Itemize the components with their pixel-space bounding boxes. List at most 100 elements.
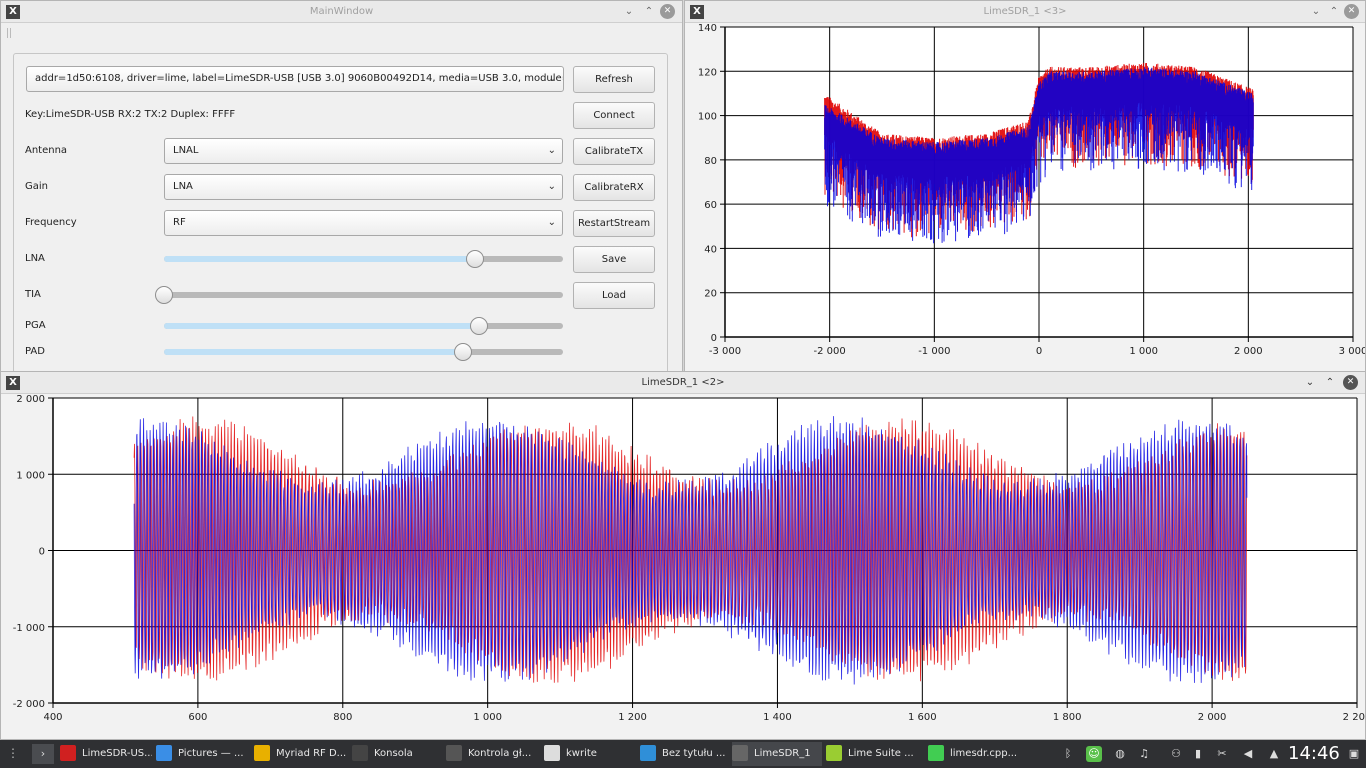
y-tick-label: 140 — [698, 23, 717, 34]
tia-slider[interactable] — [155, 286, 563, 304]
taskbar-item[interactable]: Kontrola gł... — [446, 742, 540, 766]
pdf-icon — [60, 745, 76, 761]
volume-icon[interactable]: ♫ — [1136, 746, 1152, 762]
main-window: X MainWindow ⌄ ⌃ ✕ addr=1d50:6108, drive… — [0, 0, 683, 372]
x-tick-label: 2 000 — [1234, 346, 1263, 357]
gain-label: Gain — [25, 181, 48, 192]
x-tick-label: -3 000 — [709, 346, 741, 357]
bluetooth-icon[interactable]: ᛒ — [1060, 746, 1076, 762]
folder-icon — [156, 745, 172, 761]
x-tick-label: 1 000 — [1129, 346, 1158, 357]
calibrate-rx-button[interactable]: CalibrateRX — [573, 174, 655, 201]
save-button[interactable]: Save — [573, 246, 655, 273]
messenger-icon[interactable]: ☺ — [1086, 746, 1102, 762]
antenna-label: Antenna — [25, 145, 68, 156]
y-tick-label: 120 — [698, 67, 717, 78]
antenna-select[interactable]: LNAL ⌄ — [164, 138, 563, 164]
taskbar-item-label: LimeSDR_1 — [754, 748, 811, 759]
taskbar-item-label: Konsola — [374, 748, 413, 759]
x-tick-label: 1 800 — [1053, 712, 1082, 723]
y-tick-label: 2 000 — [16, 394, 45, 405]
app-launcher-icon[interactable]: ⋮ — [4, 746, 22, 762]
y-tick-label: 100 — [698, 112, 717, 123]
antenna-select-value: LNAL — [173, 145, 199, 156]
main-window-title: MainWindow — [309, 6, 374, 17]
calibrate-tx-button[interactable]: CalibrateTX — [573, 138, 655, 165]
y-tick-label: 1 000 — [16, 470, 45, 481]
refresh-button[interactable]: Refresh — [573, 66, 655, 93]
show-desktop-icon[interactable]: ▣ — [1346, 746, 1362, 762]
taskbar-item[interactable]: LimeSDR_1 — [732, 742, 822, 766]
connect-button[interactable]: Connect — [573, 102, 655, 129]
y-tick-label: -2 000 — [13, 699, 45, 710]
lna-label: LNA — [25, 253, 45, 264]
frequency-select[interactable]: RF ⌄ — [164, 210, 563, 236]
taskbar-item[interactable]: Bez tytułu ... — [640, 742, 728, 766]
taskbar-item[interactable]: Konsola — [352, 742, 440, 766]
taskbar-item-label: Pictures — ... — [178, 748, 244, 759]
taskbar-item-label: Myriad RF D... — [276, 748, 347, 759]
x-tick-label: 1 400 — [763, 712, 792, 723]
taskbar-item-label: kwrite — [566, 748, 597, 759]
x-tick-label: 2 200 — [1343, 712, 1366, 723]
device-select[interactable]: addr=1d50:6108, driver=lime, label=LimeS… — [26, 66, 564, 92]
taskbar-item-label: Kontrola gł... — [468, 748, 532, 759]
pager-icon[interactable]: › — [32, 744, 54, 764]
x-tick-label: 1 000 — [473, 712, 502, 723]
text-editor-icon — [544, 745, 560, 761]
pga-slider[interactable] — [164, 317, 563, 335]
main-window-titlebar[interactable]: X MainWindow ⌄ ⌃ ✕ — [1, 1, 682, 23]
device-select-value: addr=1d50:6108, driver=lime, label=LimeS… — [35, 73, 564, 84]
x-tick-label: 400 — [43, 712, 62, 723]
speaker-icon[interactable]: ◀ — [1240, 746, 1256, 762]
chevron-down-icon: ⌄ — [547, 145, 556, 156]
slider-fill — [164, 323, 480, 329]
chrome-icon — [254, 745, 270, 761]
lna-slider[interactable] — [164, 250, 563, 268]
taskbar-item-label: LimeSDR-US... — [82, 748, 152, 759]
taskbar-item[interactable]: Lime Suite ... — [826, 742, 924, 766]
terminal-icon — [352, 745, 368, 761]
taskbar-item[interactable]: kwrite — [544, 742, 636, 766]
x-tick-label: 600 — [188, 712, 207, 723]
clipboard-icon[interactable]: ⚇ — [1168, 746, 1184, 762]
taskbar-item[interactable]: limesdr.cpp... — [928, 742, 1020, 766]
maximize-icon[interactable]: ⌃ — [642, 5, 656, 19]
taskbar-item[interactable]: Pictures — ... — [156, 742, 250, 766]
taskbar-item[interactable]: LimeSDR-US... — [60, 742, 152, 766]
taskbar-item[interactable]: Myriad RF D... — [254, 742, 348, 766]
spectrum-window: X LimeSDR_1 <3> ⌄ ⌃ ✕ -3 000 -2 000 -1 000… — [684, 0, 1366, 372]
pad-slider[interactable] — [164, 343, 563, 361]
y-tick-label: 40 — [704, 244, 717, 255]
x-tick-label: 800 — [333, 712, 352, 723]
scissors-icon[interactable]: ✂ — [1214, 746, 1230, 762]
clock[interactable]: 14:46 — [1288, 742, 1340, 766]
x11-icon — [732, 745, 748, 761]
x-tick-label: 0 — [1036, 346, 1042, 357]
y-tick-label: 80 — [704, 156, 717, 167]
slider-fill — [164, 256, 476, 262]
x-tick-label: -2 000 — [814, 346, 846, 357]
taskbar-item-label: Bez tytułu ... — [662, 748, 726, 759]
restart-stream-button[interactable]: RestartStream — [573, 210, 655, 237]
close-icon[interactable]: ✕ — [660, 4, 675, 19]
x-tick-label: 1 600 — [908, 712, 937, 723]
y-tick-label: -1 000 — [13, 623, 45, 634]
time-domain-window: X LimeSDR_1 <2> ⌄ ⌃ ✕ 400 600 800 1 000 1 20… — [0, 371, 1366, 740]
x-tick-label: 3 000 — [1339, 346, 1366, 357]
spectrum-plot[interactable]: -3 000 -2 000 -1 000 0 1 000 2 000 3 000 0 20 40 6… — [685, 1, 1366, 372]
time-domain-plot[interactable]: 400 600 800 1 000 1 200 1 400 1 600 1 800 2 000 2… — [1, 372, 1366, 740]
load-button[interactable]: Load — [573, 282, 655, 309]
tray-expand-icon[interactable]: ▲ — [1266, 746, 1282, 762]
taskbar-item-label: limesdr.cpp... — [950, 748, 1018, 759]
minimize-icon[interactable]: ⌄ — [622, 5, 636, 19]
network-globe-icon[interactable]: ◍ — [1112, 746, 1128, 762]
taskbar: ⋮ › LimeSDR-US... Pictures — ... Myriad RF… — [0, 740, 1366, 768]
slider-handle[interactable] — [155, 286, 173, 304]
gain-select[interactable]: LNA ⌄ — [164, 174, 563, 200]
x-tick-label: 2 000 — [1198, 712, 1227, 723]
toolbar-handle[interactable] — [7, 28, 11, 38]
battery-icon[interactable]: ▮ — [1190, 746, 1206, 762]
gain-select-value: LNA — [173, 181, 193, 192]
frequency-label: Frequency — [25, 217, 77, 228]
